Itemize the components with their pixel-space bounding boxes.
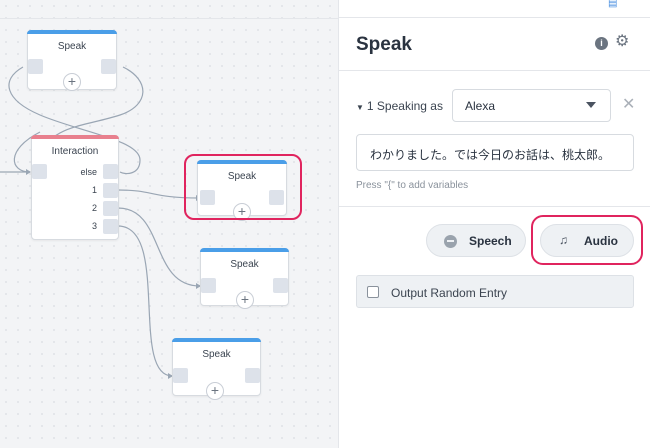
- block-title: Speak: [230, 259, 259, 270]
- block-title: Speak: [57, 41, 87, 52]
- speak-block-bottom[interactable]: Speak +: [172, 338, 261, 400]
- document-icon[interactable]: ▤: [608, 0, 618, 10]
- branch-label-2: 2: [91, 203, 97, 213]
- speech-button-label: Speech: [469, 234, 512, 248]
- branch-label-else: else: [80, 167, 97, 177]
- block-color-bar: [172, 338, 261, 342]
- random-entry-row[interactable]: Output Random Entry: [356, 275, 634, 308]
- speech-button[interactable]: Speech: [426, 224, 526, 257]
- block-color-bar: [27, 30, 117, 34]
- speech-text-input[interactable]: わかりました。では今日のお話は、桃太郎。: [356, 134, 634, 171]
- panel-top-bar: ▤: [339, 0, 650, 18]
- speaking-as-label: 1 Speaking as: [366, 99, 443, 113]
- divider: [339, 70, 650, 71]
- flow-canvas[interactable]: Speak + Interaction else 1 2 3 Speak + S…: [0, 0, 338, 448]
- branch-port-2[interactable]: [103, 201, 118, 216]
- block-editor-panel: ▤ Speak i ⚙ ▼ 1 Speaking as Alexa ✕ わかりまし…: [338, 0, 650, 448]
- branch-label-1: 1: [91, 185, 97, 195]
- input-port[interactable]: [28, 59, 43, 74]
- branch-label-3: 3: [91, 221, 97, 231]
- output-port[interactable]: [273, 278, 288, 293]
- random-entry-label: Output Random Entry: [391, 286, 508, 300]
- add-icon[interactable]: +: [206, 382, 224, 400]
- speak-block-mid[interactable]: Speak +: [200, 248, 289, 309]
- speaking-as-toggle[interactable]: ▼ 1 Speaking as: [356, 99, 443, 113]
- selected-block-highlight: [184, 154, 302, 220]
- branch-port-1[interactable]: [103, 183, 118, 198]
- branch-port-else[interactable]: [103, 164, 118, 179]
- input-port[interactable]: [173, 368, 188, 383]
- speak-block-top[interactable]: Speak +: [27, 30, 117, 91]
- block-title: Speak: [202, 349, 231, 360]
- info-icon[interactable]: i: [595, 37, 608, 50]
- output-port[interactable]: [245, 368, 260, 383]
- dropdown-arrow-icon: [586, 102, 596, 108]
- speech-bubble-icon: [444, 235, 457, 248]
- block-title: Interaction: [51, 146, 99, 157]
- audio-button-highlight: [531, 215, 643, 265]
- add-icon[interactable]: +: [236, 291, 254, 309]
- input-port[interactable]: [201, 278, 216, 293]
- random-entry-checkbox[interactable]: [367, 286, 379, 298]
- interaction-block[interactable]: Interaction else 1 2 3: [31, 135, 119, 240]
- remove-icon[interactable]: ✕: [622, 97, 635, 113]
- voice-select[interactable]: Alexa: [452, 89, 611, 122]
- variables-hint: Press "{" to add variables: [356, 180, 469, 191]
- input-port[interactable]: [32, 164, 47, 179]
- branch-port-3[interactable]: [103, 219, 118, 234]
- divider: [339, 206, 650, 207]
- caret-down-icon: ▼: [356, 103, 364, 112]
- gear-icon[interactable]: ⚙: [615, 33, 629, 51]
- voice-value: Alexa: [465, 99, 496, 113]
- block-color-bar: [200, 248, 289, 252]
- block-color-bar: [31, 135, 119, 139]
- output-port[interactable]: [101, 59, 116, 74]
- add-icon[interactable]: +: [63, 73, 81, 91]
- panel-title: Speak: [356, 34, 412, 55]
